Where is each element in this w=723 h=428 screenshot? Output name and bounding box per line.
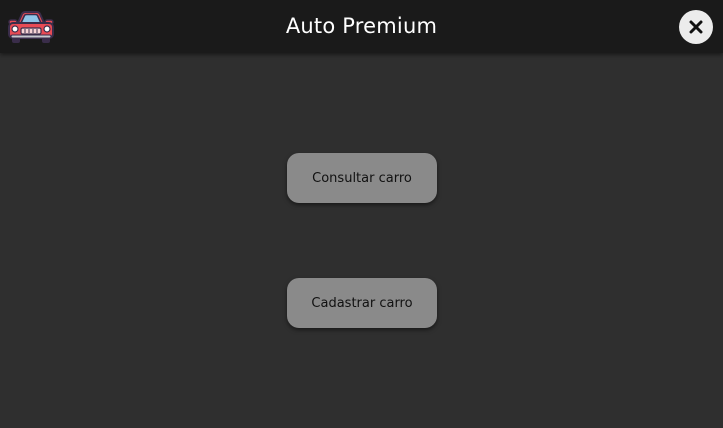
register-car-label: Cadastrar carro	[311, 295, 413, 311]
app-title: Auto Premium	[285, 14, 438, 38]
consult-car-button[interactable]: Consultar carro	[287, 153, 437, 203]
app-window: Auto Premium Consultar carro Cadastrar c…	[0, 0, 723, 428]
register-car-button[interactable]: Cadastrar carro	[287, 278, 437, 328]
close-icon	[689, 20, 703, 34]
title-bar: Auto Premium	[0, 0, 723, 53]
consult-car-label: Consultar carro	[312, 170, 412, 186]
close-button[interactable]	[679, 10, 713, 44]
